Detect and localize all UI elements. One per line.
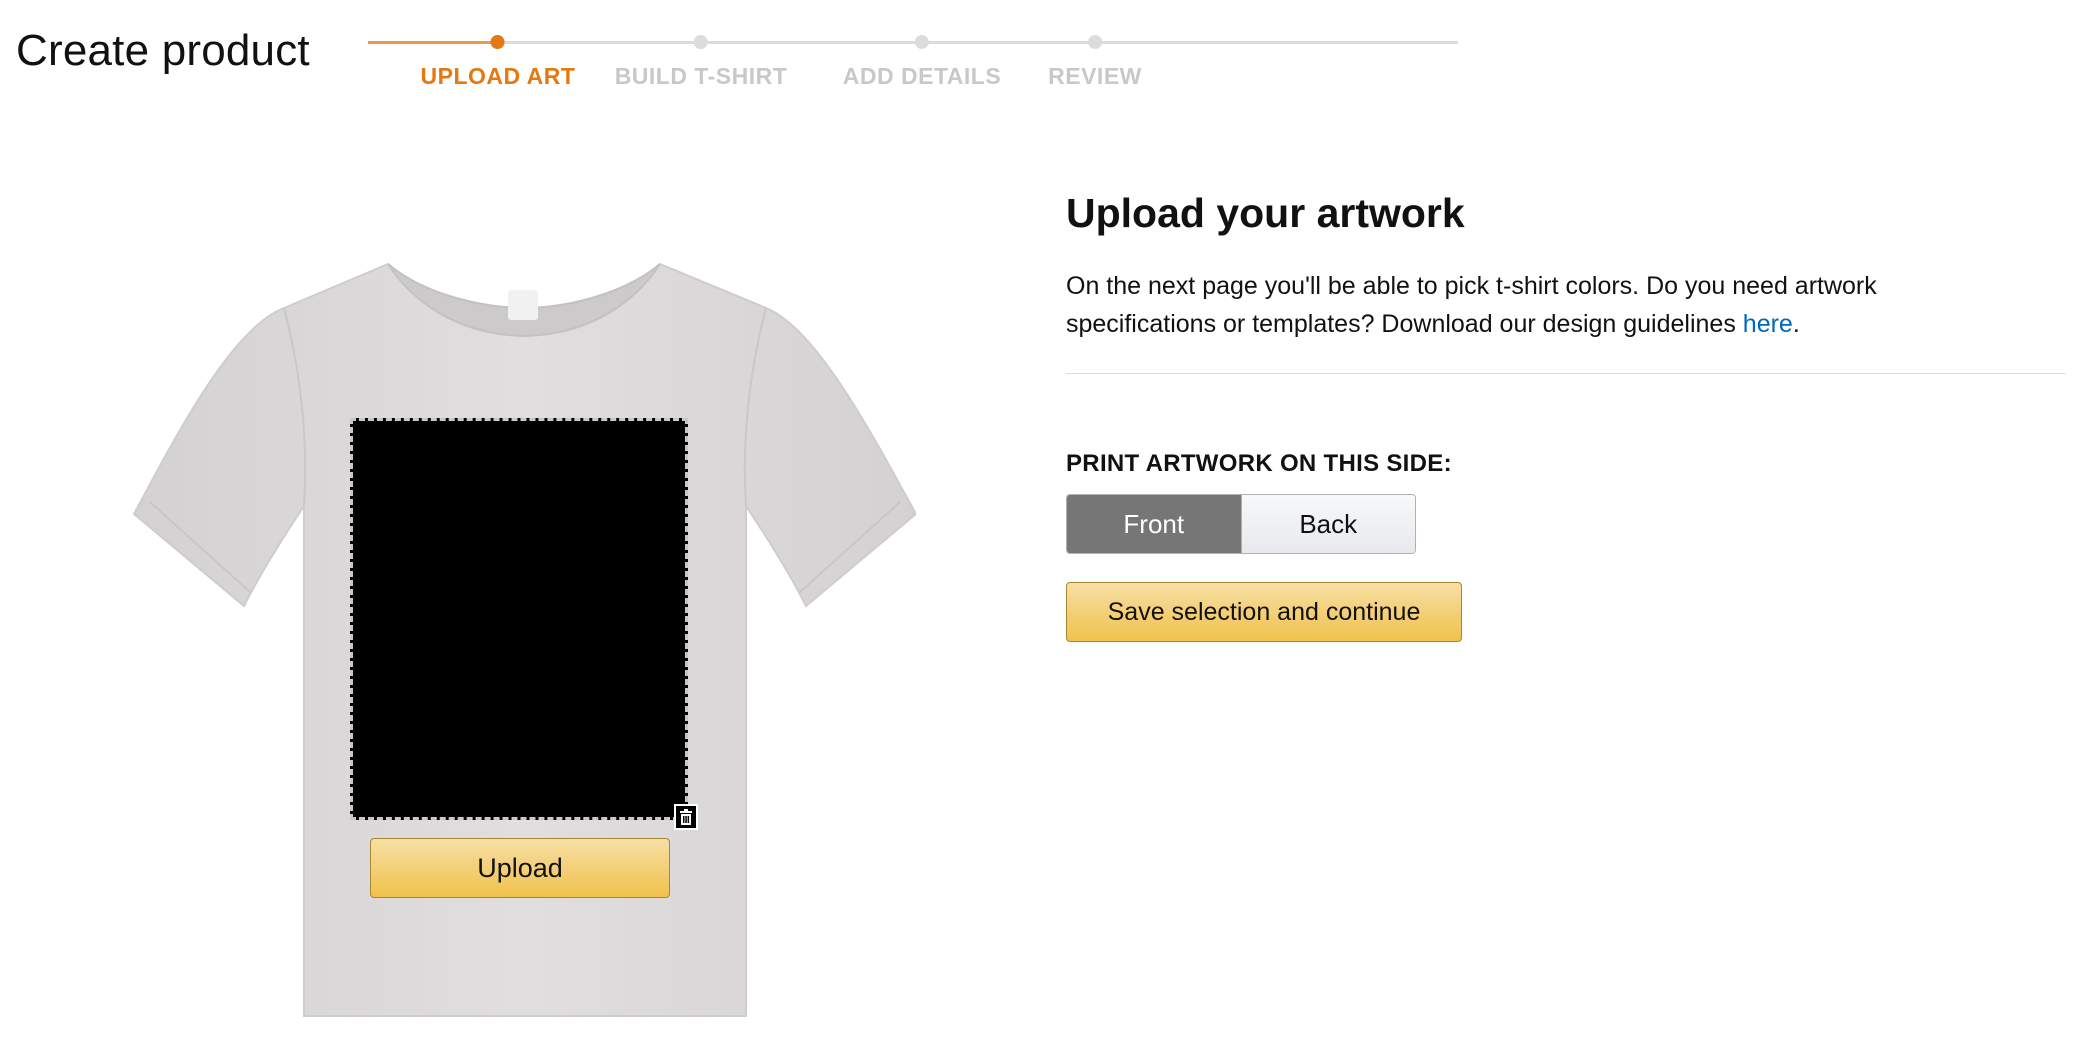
print-side-heading: PRINT ARTWORK ON THIS SIDE:	[1066, 450, 1452, 477]
section-description: On the next page you'll be able to pick …	[1066, 267, 1986, 343]
step-label: REVIEW	[1048, 63, 1142, 89]
step-dot-active	[490, 35, 505, 49]
step-label: UPLOAD ART	[420, 63, 576, 89]
design-guidelines-link[interactable]: here	[1743, 310, 1793, 338]
upload-button[interactable]: Upload	[370, 838, 670, 898]
step-dot	[693, 35, 708, 49]
step-label: ADD DETAILS	[842, 63, 1002, 89]
side-option-front[interactable]: Front	[1067, 495, 1241, 553]
section-title: Upload your artwork	[1066, 190, 1465, 236]
step-upload-art: UPLOAD ART	[421, 28, 576, 90]
tshirt-preview: Upload	[126, 256, 916, 1026]
step-review: REVIEW	[1048, 28, 1142, 90]
step-add-details: ADD DETAILS	[843, 28, 1001, 90]
upload-panel: Upload your artwork On the next page you…	[1066, 190, 2066, 642]
side-option-back[interactable]: Back	[1240, 495, 1415, 553]
divider	[1066, 373, 2066, 374]
description-text-end: .	[1792, 310, 1800, 338]
step-dot	[915, 35, 929, 49]
step-dot	[1087, 35, 1102, 49]
step-build-tshirt: BUILD T-SHIRT	[615, 28, 788, 90]
progress-stepper: UPLOAD ART BUILD T-SHIRT ADD DETAILS REV…	[368, 28, 1478, 98]
trash-icon[interactable]	[674, 804, 698, 830]
save-and-continue-button[interactable]: Save selection and continue	[1066, 582, 1462, 642]
create-product-page: Create product UPLOAD ART BUILD T-SHIRT …	[0, 0, 2086, 1046]
artwork-print-area[interactable]	[350, 418, 688, 820]
print-side-toggle: Front Back	[1066, 494, 1416, 554]
step-label: BUILD T-SHIRT	[614, 63, 788, 89]
page-title: Create product	[16, 26, 310, 75]
